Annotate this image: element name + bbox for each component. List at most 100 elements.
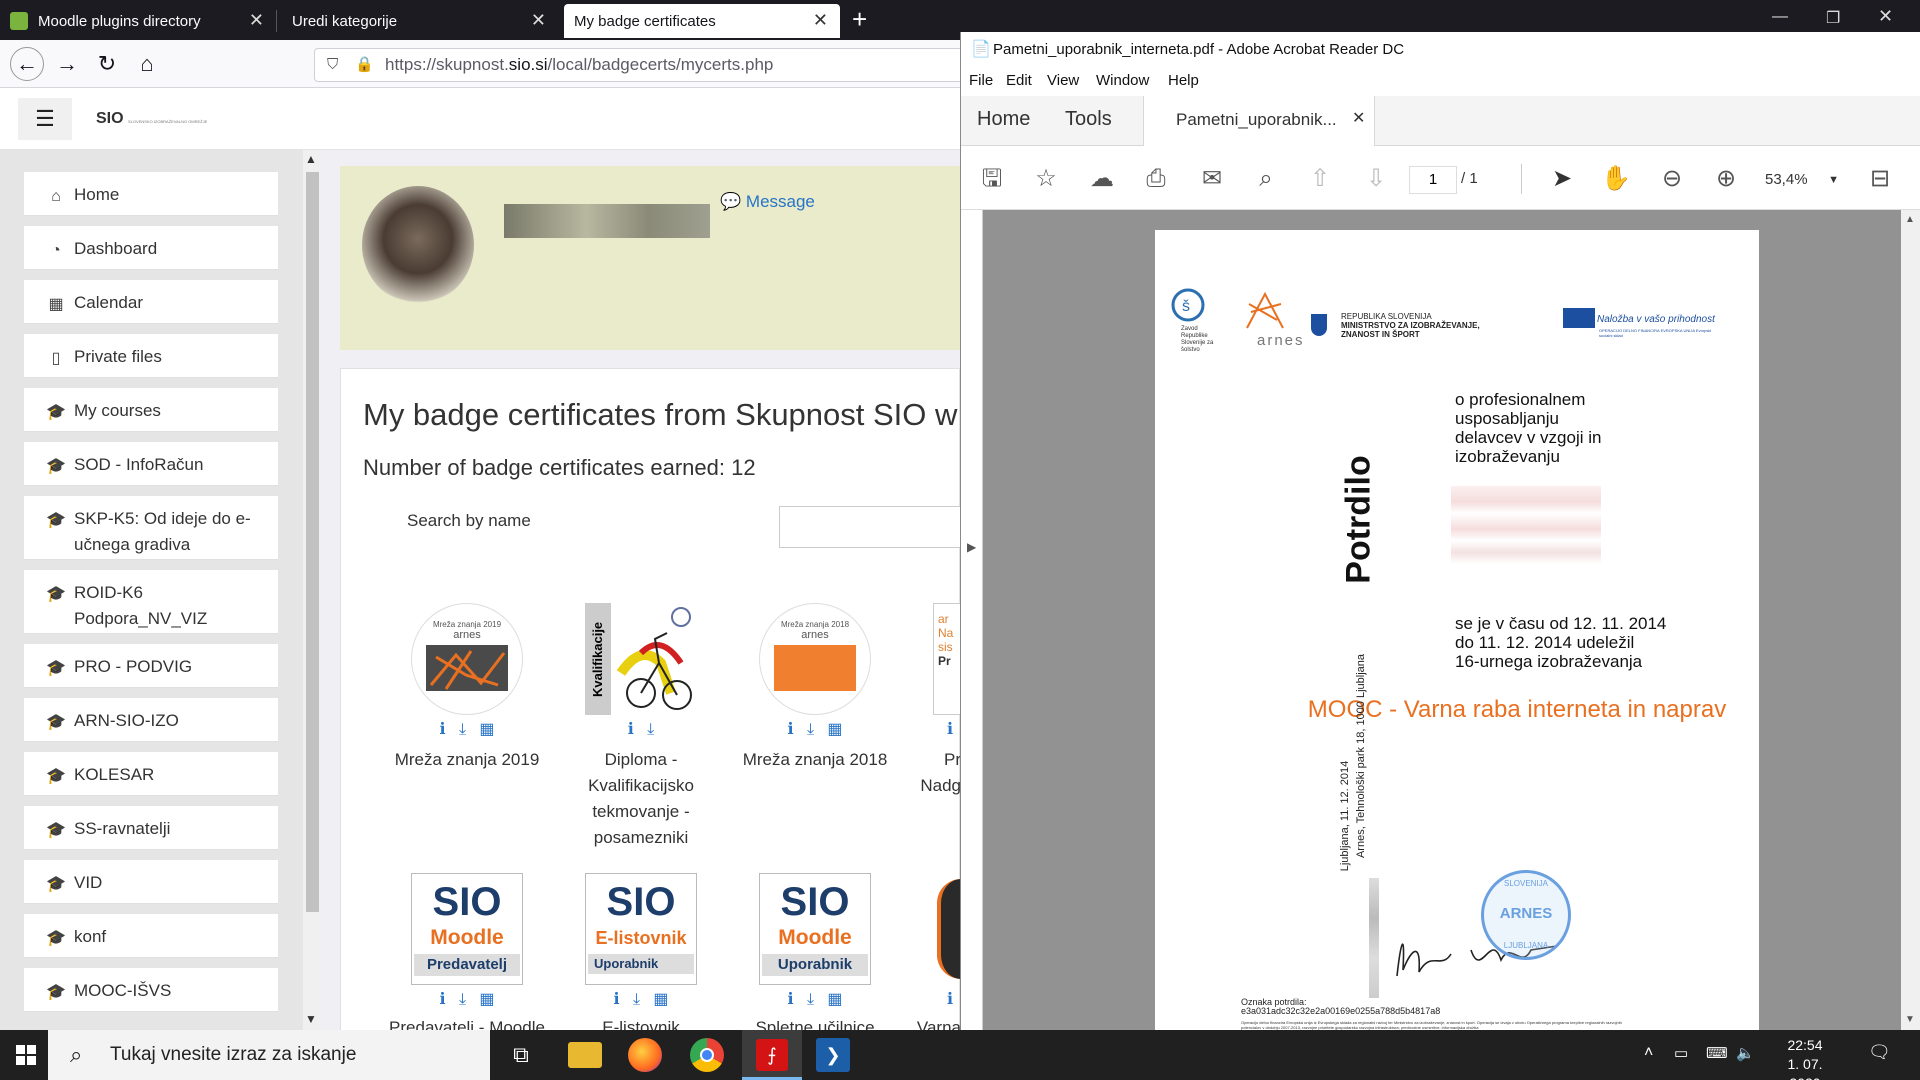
info-icon[interactable]: ℹ	[614, 991, 620, 1008]
sidebar-item[interactable]: 🎓 MOOC-IŠVS	[24, 968, 278, 1012]
sidebar-item[interactable]: ⌂ Home	[24, 172, 278, 216]
sidebar-item[interactable]: ▯ Private files	[24, 334, 278, 378]
sidebar-item[interactable]: 🎓 SKP-K5: Od ideje do e-učnega gradiva	[24, 496, 278, 560]
search-zoom-icon[interactable]: ⌕	[1249, 164, 1283, 194]
url-bar[interactable]: ⛉ 🔒 https://skupnost.sio.si/local/badgec…	[314, 48, 964, 82]
table-icon[interactable]: ▦	[653, 991, 668, 1008]
badge-image-partial[interactable]	[937, 879, 961, 979]
restore-icon[interactable]: ❐	[1826, 8, 1840, 28]
scroll-thumb[interactable]	[306, 172, 319, 912]
select-cursor-icon[interactable]: ➤	[1545, 164, 1579, 194]
tab-home[interactable]: Home	[977, 108, 1030, 131]
sidebar-item[interactable]: 🎓 VID	[24, 860, 278, 904]
tab-document[interactable]: Pametni_uporabnik... ✕	[1143, 96, 1375, 146]
menu-window[interactable]: Window	[1096, 72, 1149, 89]
save-icon[interactable]: 🖫	[975, 164, 1009, 194]
zoom-select[interactable]: 53,4% ▼	[1757, 166, 1845, 194]
info-icon[interactable]: ℹ	[947, 721, 953, 738]
scroll-up-icon[interactable]: ▲	[305, 152, 317, 166]
email-icon[interactable]: ✉	[1195, 164, 1229, 194]
home-icon[interactable]: ⌂	[132, 49, 162, 79]
scroll-down-icon[interactable]: ▼	[1905, 1014, 1915, 1025]
hand-tool-icon[interactable]: ✋	[1599, 164, 1633, 194]
badge-name[interactable]: Diploma - Kvalifikacijsko tekmovanje - p…	[561, 747, 721, 851]
page-number-input[interactable]: 1	[1409, 166, 1457, 194]
close-tab-icon[interactable]: ✕	[531, 10, 546, 31]
sidebar-scrollbar[interactable]: ▲ ▼	[303, 150, 322, 1030]
task-view-icon[interactable]: ⧉	[504, 1038, 538, 1072]
badge-image-spletne-ucilnice[interactable]: SIO Moodle Uporabnik	[759, 873, 871, 985]
chrome-icon[interactable]	[690, 1038, 724, 1072]
expand-panel-icon[interactable]: ▶	[967, 540, 976, 554]
table-icon[interactable]: ▦	[827, 991, 842, 1008]
file-explorer-icon[interactable]	[568, 1042, 602, 1068]
notification-icon[interactable]: 🗨	[1868, 1042, 1891, 1063]
close-tab-icon[interactable]: ✕	[249, 10, 264, 31]
search-input[interactable]	[779, 506, 979, 548]
table-icon[interactable]: ▦	[479, 721, 494, 738]
download-icon[interactable]: ⤓	[807, 991, 814, 1008]
reload-icon[interactable]: ↻	[92, 49, 122, 79]
badge-image-kvalifikacije[interactable]: Kvalifikacije	[585, 603, 697, 715]
avatar[interactable]	[362, 186, 474, 304]
info-icon[interactable]: ℹ	[628, 721, 634, 738]
badge-name[interactable]: Mreža znanja 2019	[387, 747, 547, 773]
forward-icon[interactable]: →	[52, 49, 82, 79]
powershell-icon[interactable]: ❯	[816, 1038, 850, 1072]
tab-moodle-plugins[interactable]: Moodle plugins directory ✕	[0, 4, 276, 38]
badge-image-mreza-2018[interactable]: Mreža znanja 2018 arnes	[759, 603, 871, 715]
sidebar-item[interactable]: 🎓 PRO - PODVIG	[24, 644, 278, 688]
badge-name[interactable]: Mreža znanja 2018	[735, 747, 895, 773]
chevron-up-icon[interactable]: ˄	[1644, 1044, 1653, 1062]
minimize-icon[interactable]: —	[1772, 8, 1788, 26]
print-icon[interactable]: ⎙	[1139, 164, 1173, 194]
hamburger-menu-icon[interactable]: ☰	[18, 98, 72, 140]
close-window-icon[interactable]: ✕	[1878, 6, 1893, 27]
info-icon[interactable]: ℹ	[788, 991, 794, 1008]
info-icon[interactable]: ℹ	[440, 991, 446, 1008]
zoom-out-icon[interactable]: ⊖	[1655, 164, 1689, 194]
download-icon[interactable]: ⤓	[633, 991, 640, 1008]
message-link[interactable]: 💬 Message	[720, 192, 815, 212]
sidebar-item[interactable]: 🎓 ARN-SIO-IZO	[24, 698, 278, 742]
tab-uredi-kategorije[interactable]: Uredi kategorije ✕	[282, 4, 558, 38]
badge-name[interactable]: Pr Nadg	[911, 747, 961, 799]
acrobat-taskbar-active[interactable]: ⨍	[742, 1030, 802, 1080]
download-icon[interactable]: ⤓	[647, 721, 654, 738]
menu-view[interactable]: View	[1047, 72, 1079, 89]
menu-file[interactable]: File	[969, 72, 993, 89]
bookmark-star-icon[interactable]: ☆	[1029, 164, 1063, 194]
back-icon[interactable]: ←	[10, 47, 44, 81]
page-up-icon[interactable]: ⇧	[1303, 164, 1337, 194]
page-down-icon[interactable]: ⇩	[1359, 164, 1393, 194]
sio-logo[interactable]: SIO SLOVENSKO IZOBRAŽEVALNO OMREŽJE	[96, 110, 207, 128]
close-tab-icon[interactable]: ✕	[813, 10, 828, 31]
scroll-up-icon[interactable]: ▲	[1905, 214, 1915, 225]
badge-image-elistovnik[interactable]: SIO E-listovnik Uporabnik	[585, 873, 697, 985]
taskbar-search[interactable]: ⌕ Tukaj vnesite izraz za iskanje	[48, 1030, 490, 1080]
info-icon[interactable]: ℹ	[947, 991, 953, 1008]
scroll-down-icon[interactable]: ▼	[305, 1012, 317, 1026]
download-icon[interactable]: ⤓	[459, 721, 466, 738]
network-icon[interactable]: ⌨	[1706, 1044, 1728, 1062]
table-icon[interactable]: ▦	[827, 721, 842, 738]
upload-cloud-icon[interactable]: ☁	[1085, 164, 1119, 194]
sidebar-item[interactable]: 🎓 KOLESAR	[24, 752, 278, 796]
doc-scrollbar[interactable]: ▲ ▼	[1901, 210, 1920, 1030]
windows-start-icon[interactable]	[16, 1045, 36, 1065]
menu-help[interactable]: Help	[1168, 72, 1199, 89]
menu-edit[interactable]: Edit	[1006, 72, 1032, 89]
download-icon[interactable]: ⤓	[807, 721, 814, 738]
firefox-icon[interactable]	[628, 1038, 662, 1072]
battery-icon[interactable]: ▭	[1674, 1044, 1688, 1062]
info-icon[interactable]: ℹ	[440, 721, 446, 738]
badge-image-partial[interactable]: ar Na sis Pr	[933, 603, 961, 715]
fit-page-icon[interactable]: ⊟	[1863, 164, 1897, 194]
zoom-in-icon[interactable]: ⊕	[1709, 164, 1743, 194]
sidebar-item[interactable]: 🎓 konf	[24, 914, 278, 958]
badge-image-predavatelj[interactable]: SIO Moodle Predavatelj	[411, 873, 523, 985]
download-icon[interactable]: ⤓	[459, 991, 466, 1008]
sidebar-item[interactable]: 🎓 SS-ravnatelji	[24, 806, 278, 850]
sidebar-item[interactable]: 🎓 SOD - InfoRačun	[24, 442, 278, 486]
sidebar-item[interactable]: 🎓 ROID-K6 Podpora_NV_VIZ	[24, 570, 278, 634]
